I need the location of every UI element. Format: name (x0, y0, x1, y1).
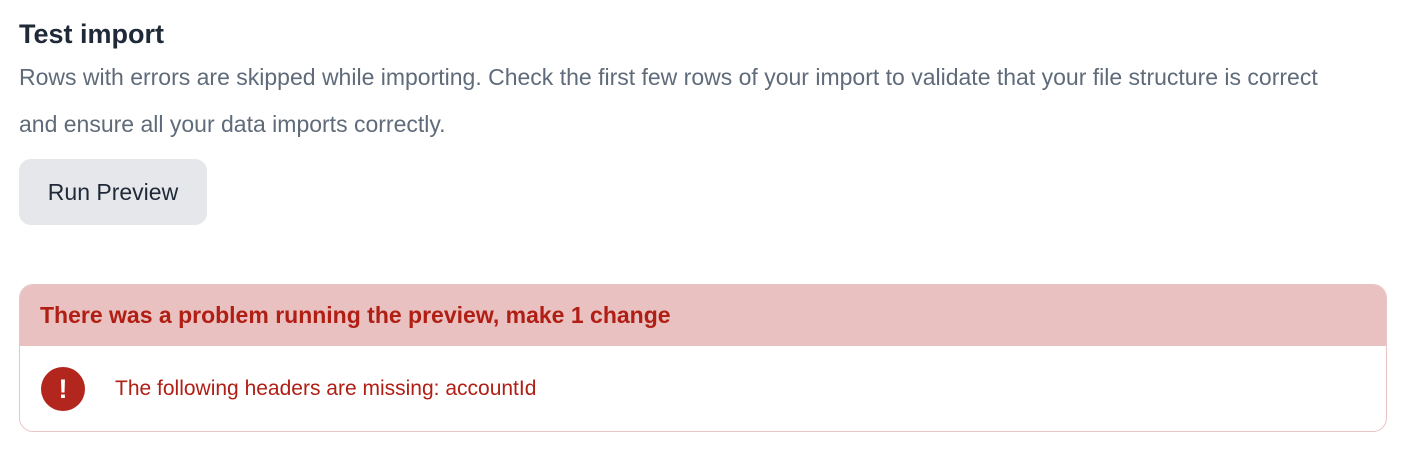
error-alert: There was a problem running the preview,… (19, 284, 1387, 432)
alert-item: ! The following headers are missing: acc… (20, 346, 1386, 431)
section-description: Rows with errors are skipped while impor… (19, 64, 1318, 137)
test-import-section: Test import Rows with errors are skipped… (19, 14, 1389, 225)
exclamation-circle-icon: ! (41, 367, 85, 411)
section-title: Test import (19, 19, 165, 49)
alert-header: There was a problem running the preview,… (20, 285, 1386, 346)
error-message: The following headers are missing: accou… (115, 377, 537, 400)
run-preview-button[interactable]: Run Preview (19, 159, 207, 225)
